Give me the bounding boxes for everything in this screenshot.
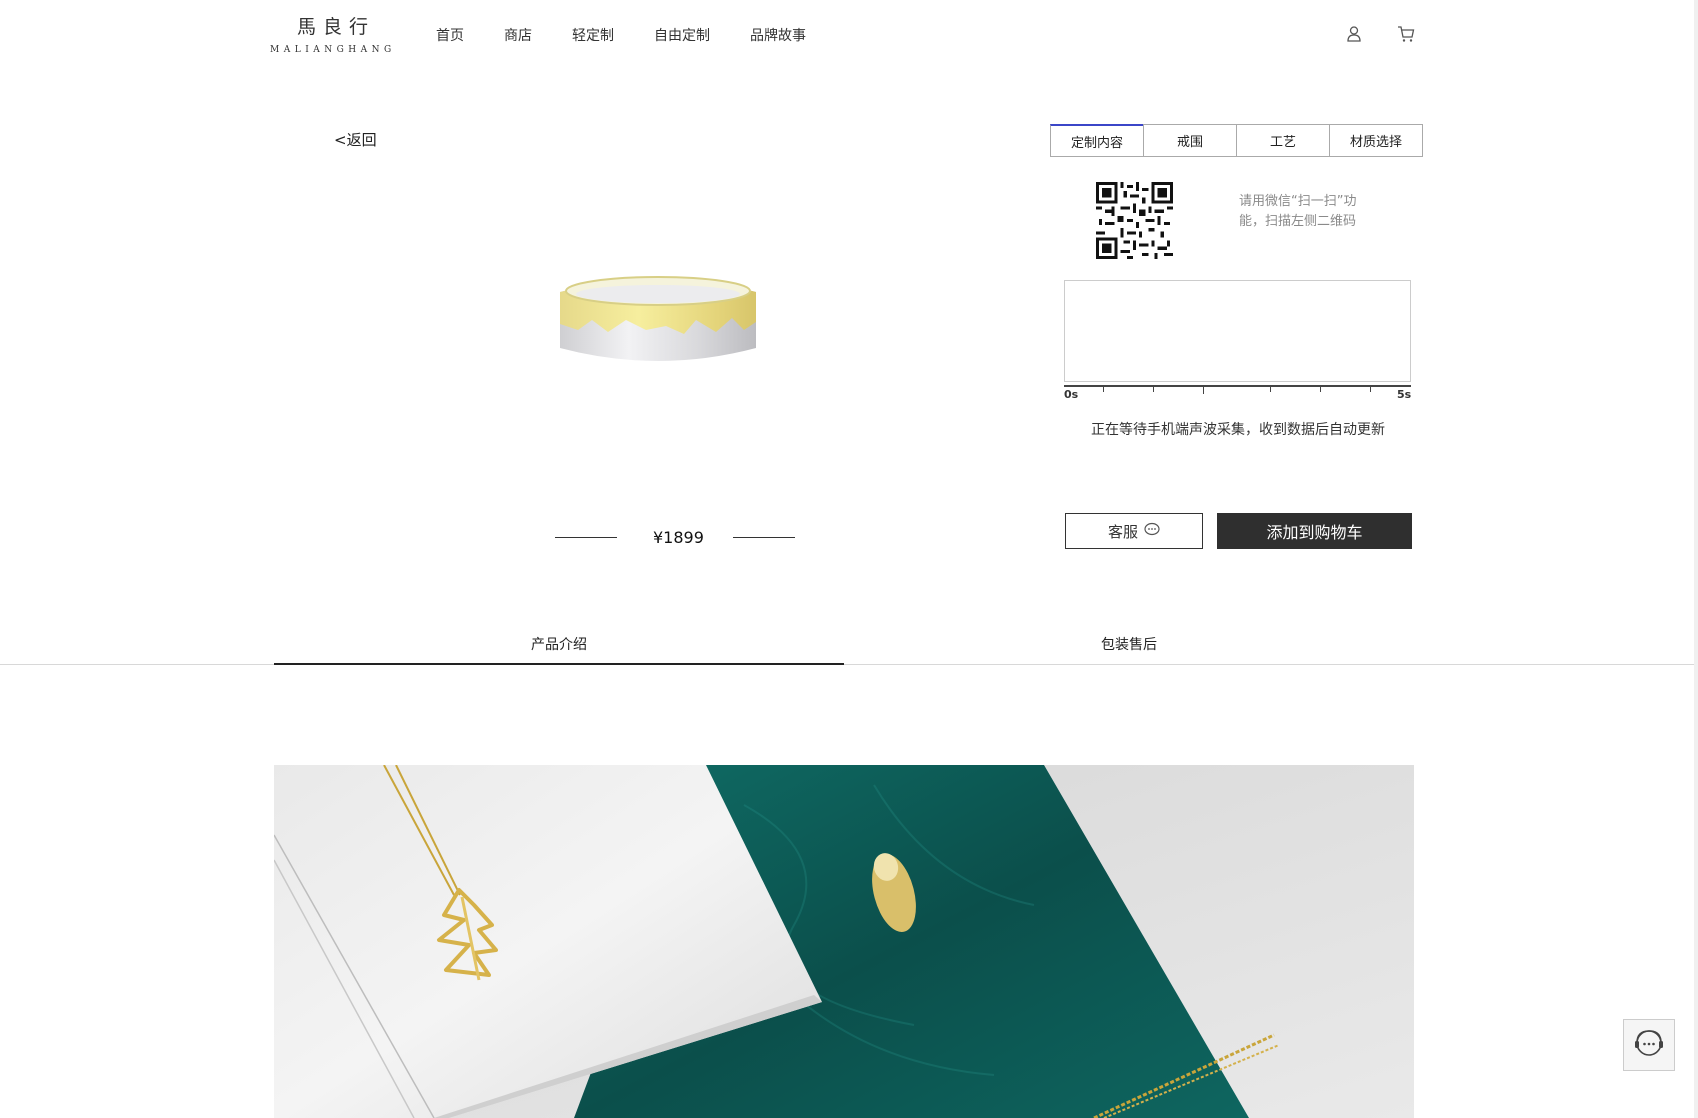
axis-tick <box>1203 385 1204 394</box>
custom-tabs: 定制内容 戒围 工艺 材质选择 <box>1050 124 1423 157</box>
soundwave-time-axis <box>1064 385 1411 387</box>
detail-tab-active-indicator <box>274 663 844 665</box>
customer-service-button[interactable]: 客服 <box>1065 513 1203 549</box>
tab-product-intro[interactable]: 产品介绍 <box>531 634 587 654</box>
tab-material[interactable]: 材质选择 <box>1329 124 1423 157</box>
axis-tick <box>1270 385 1271 392</box>
user-icon[interactable] <box>1344 24 1364 44</box>
detail-tabs-divider <box>0 664 1694 665</box>
nav-item-light-custom[interactable]: 轻定制 <box>572 25 614 45</box>
tab-packaging-aftersales[interactable]: 包装售后 <box>1101 634 1157 654</box>
axis-label-start: 0s <box>1064 388 1079 401</box>
tab-craft[interactable]: 工艺 <box>1236 124 1330 157</box>
back-link[interactable]: <返回 <box>334 129 377 150</box>
brand-logo-en: MALIANGHANG <box>270 45 396 55</box>
page-scrollbar[interactable] <box>1694 0 1698 1118</box>
qr-scan-hint: 请用微信“扫一扫”功能，扫描左侧二维码 <box>1239 194 1357 229</box>
price-line-right <box>733 537 795 538</box>
tab-custom-content[interactable]: 定制内容 <box>1050 124 1144 157</box>
customer-service-label: 客服 <box>1107 522 1138 541</box>
tab-ring-size[interactable]: 戒围 <box>1143 124 1237 157</box>
product-lifestyle-banner <box>274 765 1414 1118</box>
add-to-cart-button[interactable]: 添加到购物车 <box>1217 513 1412 549</box>
axis-tick <box>1103 385 1104 392</box>
axis-label-end: 5s <box>1397 388 1412 401</box>
headset-chat-icon <box>1632 1026 1666 1064</box>
recorder-status: 正在等待手机端声波采集，收到数据后自动更新 <box>1091 422 1385 438</box>
floating-support-button[interactable] <box>1623 1019 1675 1071</box>
nav-item-home[interactable]: 首页 <box>436 25 464 45</box>
nav-item-shop[interactable]: 商店 <box>504 25 532 45</box>
product-ring-image <box>556 270 760 380</box>
soundwave-display <box>1064 280 1411 382</box>
axis-tick <box>1153 385 1154 392</box>
brand-logo-cn[interactable]: 馬良行 <box>297 12 375 39</box>
price-line-left <box>555 537 617 538</box>
axis-tick <box>1320 385 1321 392</box>
nav-item-brand-story[interactable]: 品牌故事 <box>750 25 806 45</box>
product-price: ¥1899 <box>653 528 704 547</box>
cart-icon[interactable] <box>1396 24 1416 44</box>
wechat-qr-code <box>1096 182 1173 259</box>
nav-item-free-custom[interactable]: 自由定制 <box>654 25 710 45</box>
chat-bubble-icon <box>1144 522 1160 540</box>
axis-tick <box>1370 385 1371 392</box>
